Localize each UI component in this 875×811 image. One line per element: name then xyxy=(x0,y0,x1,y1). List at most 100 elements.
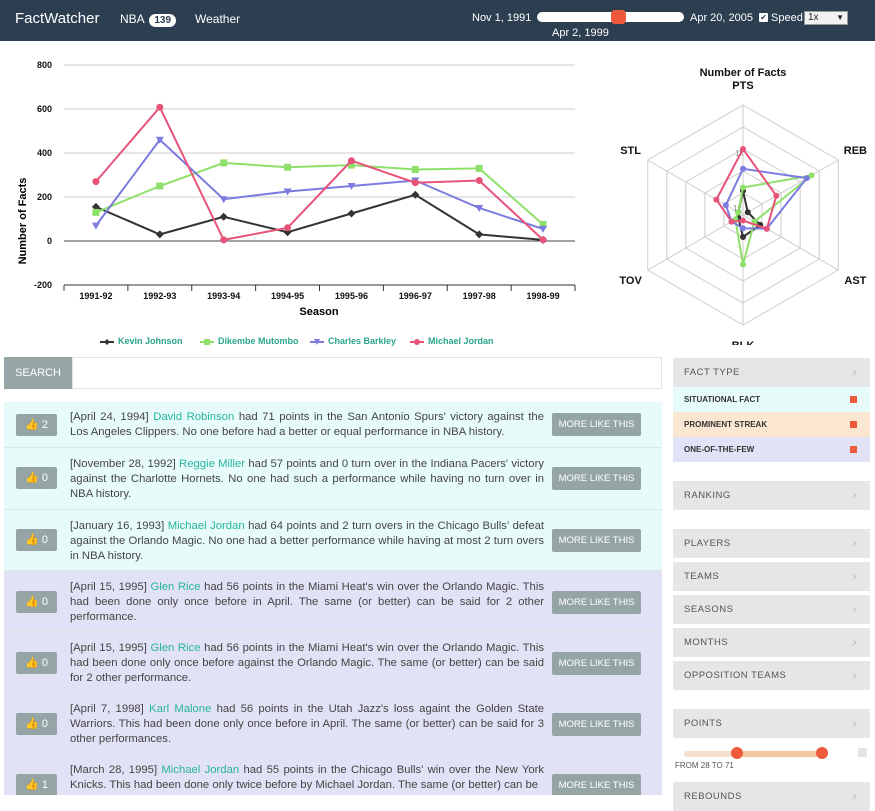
data-point[interactable] xyxy=(411,179,419,187)
filter-fact-type[interactable]: FACT TYPE › xyxy=(673,358,870,387)
more-like-this-button[interactable]: MORE LIKE THIS xyxy=(552,652,641,675)
nav-nba[interactable]: NBA 139 xyxy=(120,12,177,27)
nav-nba-label[interactable]: NBA xyxy=(120,12,144,26)
legend-swatch-michael-jordan xyxy=(410,338,424,345)
more-like-this-button[interactable]: MORE LIKE THIS xyxy=(552,467,641,490)
facts-line-chart: 8006004002000-200 1991-92 1992-93 1993-94 1… xyxy=(17,60,576,318)
legend-label: Kevin Johnson xyxy=(118,336,183,346)
radar-point[interactable] xyxy=(722,202,729,209)
radar-title: Number of Facts xyxy=(700,67,787,79)
data-point[interactable] xyxy=(347,209,356,218)
player-link[interactable]: David Robinson xyxy=(153,411,234,423)
data-point[interactable] xyxy=(155,230,164,239)
more-like-this-button[interactable]: MORE LIKE THIS xyxy=(552,591,641,614)
player-link[interactable]: Michael Jordan xyxy=(161,764,239,776)
data-point[interactable] xyxy=(156,103,164,111)
fact-type-one-of-the-few[interactable]: ONE-OF-THE-FEW xyxy=(673,437,870,462)
data-point[interactable] xyxy=(219,212,228,221)
line-chart-x-ticks: 1991-92 1992-93 1993-94 1994-95 1995-96 1996-… xyxy=(79,291,559,301)
radar-axis-label: TOV xyxy=(619,275,642,287)
fact-type-toggle[interactable] xyxy=(850,446,857,453)
filter-ranking[interactable]: RANKING › xyxy=(673,481,870,510)
fact-item: 👍 0 [April 15, 1995] Glen Rice had 56 po… xyxy=(4,632,662,693)
legend-swatch-charles-barkley xyxy=(310,338,324,345)
legend-item-dikembe-mutombo[interactable]: Dikembe Mutombo xyxy=(200,336,299,346)
filter-title: REBOUNDS xyxy=(684,791,742,802)
radar-point[interactable] xyxy=(713,196,720,203)
radar-point[interactable] xyxy=(744,209,751,216)
speed-checkbox[interactable]: ✔ xyxy=(759,13,768,22)
radar-point[interactable] xyxy=(803,175,810,182)
speed-select[interactable]: 1x ▼ xyxy=(804,11,848,25)
data-point[interactable] xyxy=(92,208,100,216)
filter-players[interactable]: PLAYERS › xyxy=(673,529,870,558)
chevron-right-icon: › xyxy=(852,635,857,649)
radar-point[interactable] xyxy=(735,209,742,216)
like-button[interactable]: 👍 0 xyxy=(16,652,57,674)
search-input[interactable] xyxy=(72,357,662,389)
more-like-this-button[interactable]: MORE LIKE THIS xyxy=(552,713,641,736)
data-point[interactable] xyxy=(220,159,228,167)
points-filter-checkbox[interactable] xyxy=(858,748,867,757)
nav-weather[interactable]: Weather xyxy=(195,12,240,26)
radar-point[interactable] xyxy=(740,165,746,172)
like-button[interactable]: 👍 0 xyxy=(16,591,57,613)
filter-months[interactable]: MONTHS › xyxy=(673,628,870,657)
filter-teams[interactable]: TEAMS › xyxy=(673,562,870,591)
radar-point[interactable] xyxy=(728,218,735,225)
radar-point[interactable] xyxy=(740,225,746,232)
like-button[interactable]: 👍 1 xyxy=(16,774,57,795)
speed-select-value: 1x xyxy=(808,12,819,23)
data-point[interactable] xyxy=(475,164,483,172)
like-button[interactable]: 👍 2 xyxy=(16,414,57,436)
more-like-this-button[interactable]: MORE LIKE THIS xyxy=(552,413,641,436)
radar-point[interactable] xyxy=(740,217,746,224)
data-point[interactable] xyxy=(220,236,228,244)
data-point[interactable] xyxy=(539,225,548,233)
fact-type-toggle[interactable] xyxy=(850,421,857,428)
filter-opposition-teams[interactable]: OPPOSITION TEAMS › xyxy=(673,661,870,690)
points-slider-min-handle[interactable] xyxy=(731,747,743,759)
data-point[interactable] xyxy=(284,163,292,171)
radar-point[interactable] xyxy=(740,261,746,268)
player-link[interactable]: Reggie Miller xyxy=(179,458,245,470)
data-point[interactable] xyxy=(284,224,292,232)
more-like-this-button[interactable]: MORE LIKE THIS xyxy=(552,774,641,795)
radar-point[interactable] xyxy=(740,146,746,152)
fact-text: [March 28, 1995] Michael Jordan had 55 p… xyxy=(70,763,544,793)
filter-seasons[interactable]: SEASONS › xyxy=(673,595,870,624)
player-link[interactable]: Glen Rice xyxy=(150,642,200,654)
legend-item-charles-barkley[interactable]: Charles Barkley xyxy=(310,336,396,346)
filter-rebounds[interactable]: REBOUNDS › xyxy=(673,782,870,811)
player-link[interactable]: Michael Jordan xyxy=(168,520,245,532)
fact-type-situational[interactable]: SITUATIONAL FACT xyxy=(673,387,870,412)
player-link[interactable]: Glen Rice xyxy=(150,581,200,593)
fact-type-prominent-streak[interactable]: PROMINENT STREAK xyxy=(673,412,870,437)
player-link[interactable]: Karl Malone xyxy=(149,703,211,715)
radar-point[interactable] xyxy=(773,192,780,199)
radar-point[interactable] xyxy=(740,234,746,240)
data-point[interactable] xyxy=(92,178,100,186)
data-point[interactable] xyxy=(539,236,547,244)
fact-type-toggle[interactable] xyxy=(850,396,857,403)
data-point[interactable] xyxy=(91,222,100,230)
fact-text: [April 7, 1998] Karl Malone had 56 point… xyxy=(70,702,544,747)
data-point[interactable] xyxy=(347,157,355,165)
filter-points[interactable]: POINTS › xyxy=(673,709,870,738)
points-slider-max-handle[interactable] xyxy=(816,747,828,759)
data-point[interactable] xyxy=(411,166,419,173)
like-button[interactable]: 👍 0 xyxy=(16,713,57,735)
like-button[interactable]: 👍 0 xyxy=(16,529,57,551)
radar-point[interactable] xyxy=(763,225,770,232)
data-point[interactable] xyxy=(156,182,164,190)
legend-item-michael-jordan[interactable]: Michael Jordan xyxy=(410,336,494,346)
timeline-slider-handle[interactable] xyxy=(611,10,626,24)
radar-point[interactable] xyxy=(740,184,746,191)
brand[interactable]: FactWatcher xyxy=(15,10,99,27)
line-chart-grid xyxy=(63,64,576,291)
more-like-this-button[interactable]: MORE LIKE THIS xyxy=(552,529,641,552)
like-button[interactable]: 👍 0 xyxy=(16,467,57,489)
legend-item-kevin-johnson[interactable]: Kevin Johnson xyxy=(100,336,183,346)
data-point[interactable] xyxy=(475,177,483,184)
search-button[interactable]: SEARCH xyxy=(4,357,72,389)
